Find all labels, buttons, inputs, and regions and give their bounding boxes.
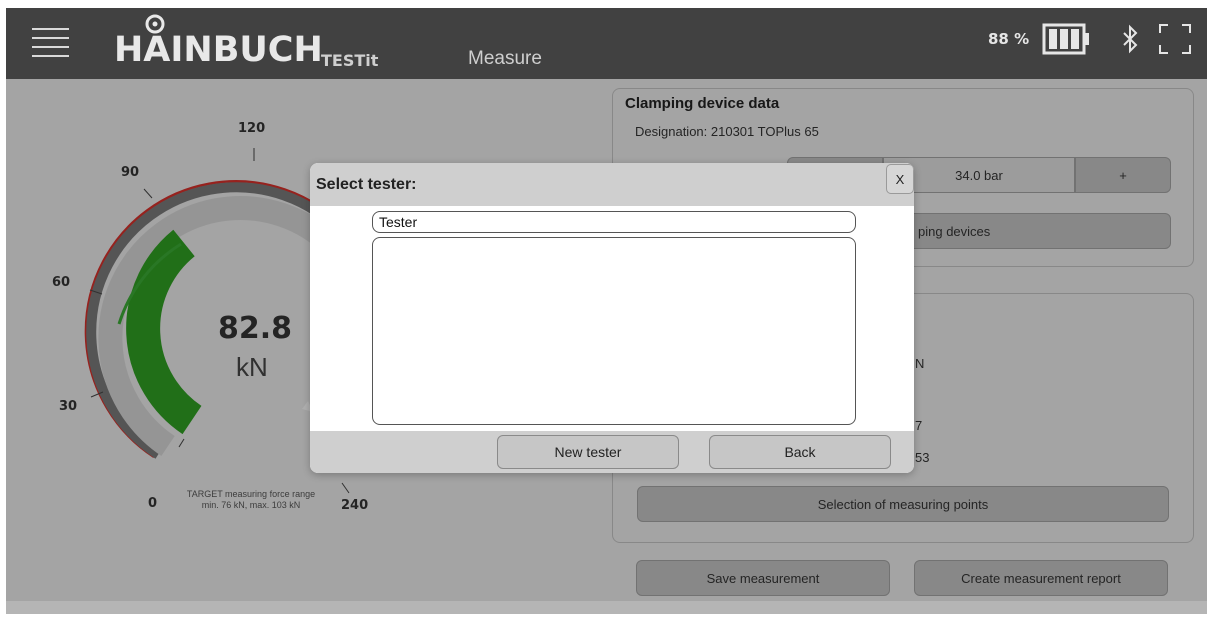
- footer-strip: [6, 601, 1207, 614]
- select-tester-dialog: Select tester: X Tester New tester Back: [310, 163, 914, 473]
- new-tester-button[interactable]: New tester: [497, 435, 679, 469]
- menu-icon[interactable]: [32, 28, 69, 58]
- product-name: TESTit: [321, 51, 379, 70]
- battery-percent: 88 %: [988, 30, 1030, 48]
- close-button[interactable]: X: [886, 164, 914, 194]
- brand-logo: HAINBUCH: [114, 12, 323, 72]
- dialog-header: Select tester:: [310, 163, 914, 206]
- brand-name: HAINBUCH: [114, 30, 323, 70]
- dialog-title: Select tester:: [316, 176, 417, 193]
- tester-input[interactable]: Tester: [372, 211, 856, 233]
- dialog-footer: New tester Back: [310, 431, 914, 473]
- back-button[interactable]: Back: [709, 435, 891, 469]
- tab-measure[interactable]: Measure: [468, 48, 542, 70]
- header-bar: HAINBUCH TESTit Measure 88 %: [6, 8, 1207, 79]
- tester-list[interactable]: [372, 237, 856, 425]
- battery-icon: [1042, 23, 1089, 55]
- app-window: HAINBUCH TESTit Measure 88 % 0 30 60 90 …: [6, 8, 1207, 614]
- fullscreen-icon[interactable]: [1158, 23, 1192, 55]
- bluetooth-icon[interactable]: [1121, 23, 1141, 57]
